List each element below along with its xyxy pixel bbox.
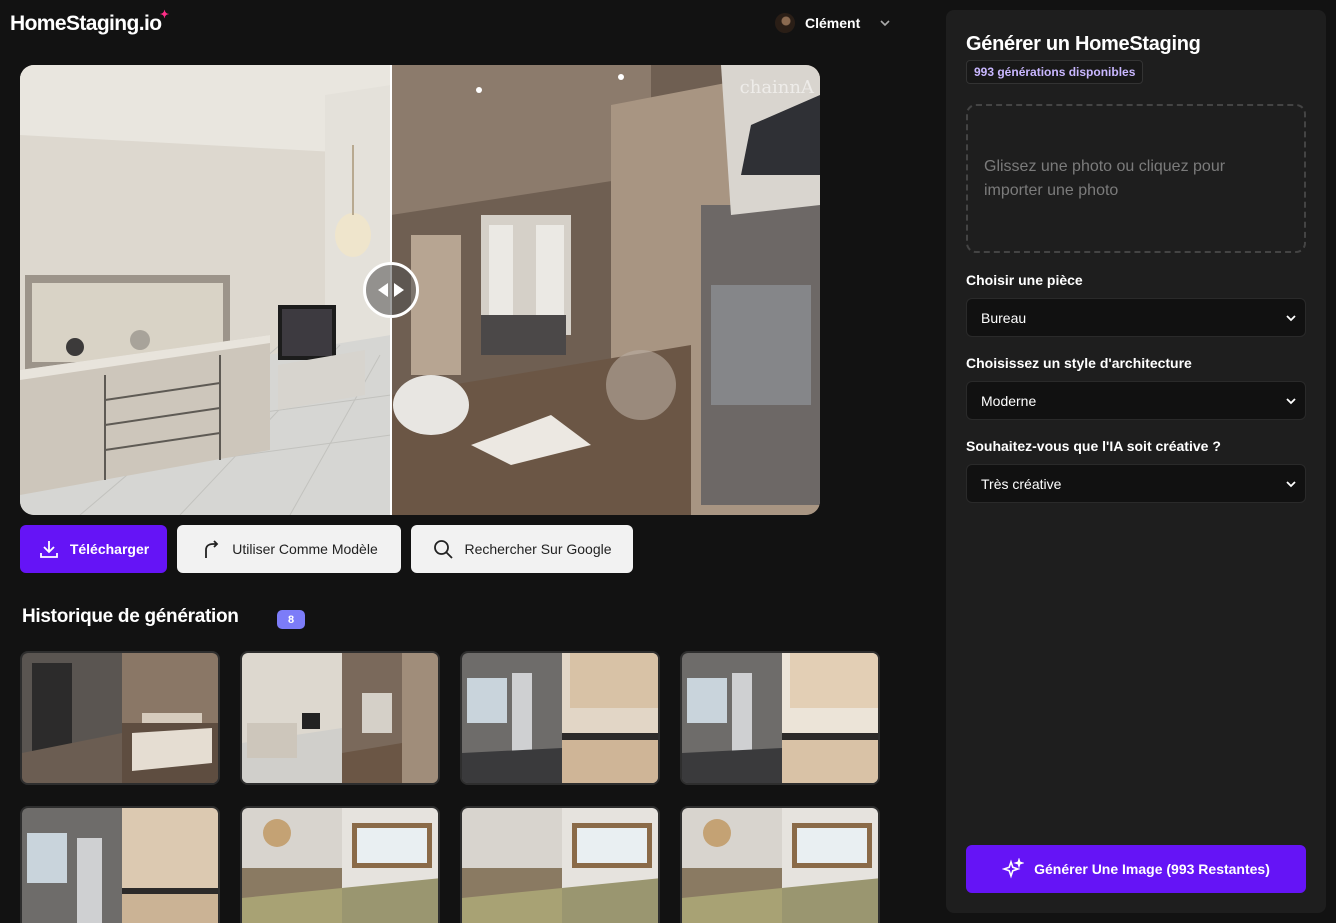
generations-available-badge: 993 générations disponibles — [966, 60, 1144, 84]
history-thumbnail-7[interactable] — [460, 806, 660, 923]
chevron-down-icon — [880, 20, 890, 27]
compare-handle[interactable] — [363, 262, 419, 318]
room-select[interactable]: Bureau — [966, 298, 1306, 337]
creativity-label: Souhaitez-vous que l'IA soit créative ? — [966, 438, 1221, 454]
generation-panel: Générer un HomeStaging 993 générations d… — [946, 10, 1326, 913]
watermark: chainnA — [739, 77, 814, 98]
avatar — [775, 13, 795, 33]
generate-image-label: Générer Une Image (993 Restantes) — [1034, 861, 1270, 877]
style-select-value: Moderne — [981, 392, 1037, 409]
before-image — [20, 65, 391, 515]
generate-image-button[interactable]: Générer Une Image (993 Restantes) — [966, 845, 1306, 893]
creativity-select-value: Très créative — [981, 475, 1062, 492]
user-menu[interactable]: Clément — [775, 13, 892, 33]
search-icon — [434, 540, 454, 559]
sparkle-icon: ✦ — [159, 9, 169, 21]
arrows-left-right-icon — [378, 283, 404, 297]
google-search-label: Rechercher Sur Google — [464, 541, 612, 557]
chevron-down-icon — [1286, 397, 1296, 404]
download-icon — [39, 541, 58, 558]
use-as-model-label: Utiliser Comme Modèle — [232, 541, 378, 557]
history-thumbnail-6[interactable] — [240, 806, 440, 923]
app-logo[interactable]: HomeStaging.io ✦ — [10, 9, 169, 36]
download-button[interactable]: Télécharger — [20, 525, 167, 573]
download-label: Télécharger — [69, 541, 150, 557]
use-as-model-button[interactable]: Utiliser Comme Modèle — [177, 525, 401, 573]
room-select-value: Bureau — [981, 309, 1027, 326]
photo-dropzone[interactable]: Glissez une photo ou cliquez pour import… — [966, 104, 1306, 253]
history-thumbnail-5[interactable] — [20, 806, 220, 923]
share-arrow-icon — [205, 540, 219, 558]
history-title: Historique de génération — [22, 606, 239, 627]
google-search-button[interactable]: Rechercher Sur Google — [411, 525, 633, 573]
panel-title: Générer un HomeStaging — [966, 33, 1201, 55]
history-thumbnail-4[interactable] — [680, 651, 880, 785]
creativity-select[interactable]: Très créative — [966, 464, 1306, 503]
chevron-down-icon — [1286, 314, 1296, 321]
history-thumbnail-1[interactable] — [20, 651, 220, 785]
style-label: Choisissez un style d'architecture — [966, 355, 1192, 371]
room-label: Choisir une pièce — [966, 272, 1083, 288]
history-thumbnail-3[interactable] — [460, 651, 660, 785]
after-image: chainnA — [391, 65, 820, 515]
sparkles-icon — [1002, 858, 1025, 879]
chevron-down-icon — [1286, 480, 1296, 487]
user-name: Clément — [805, 15, 861, 31]
history-count-badge: 8 — [277, 610, 305, 629]
history-thumbnail-2[interactable] — [240, 651, 440, 785]
before-after-viewer[interactable]: chainnA — [20, 65, 820, 515]
style-select[interactable]: Moderne — [966, 381, 1306, 420]
history-thumbnail-8[interactable] — [680, 806, 880, 923]
logo-text: HomeStaging.io — [10, 12, 162, 35]
